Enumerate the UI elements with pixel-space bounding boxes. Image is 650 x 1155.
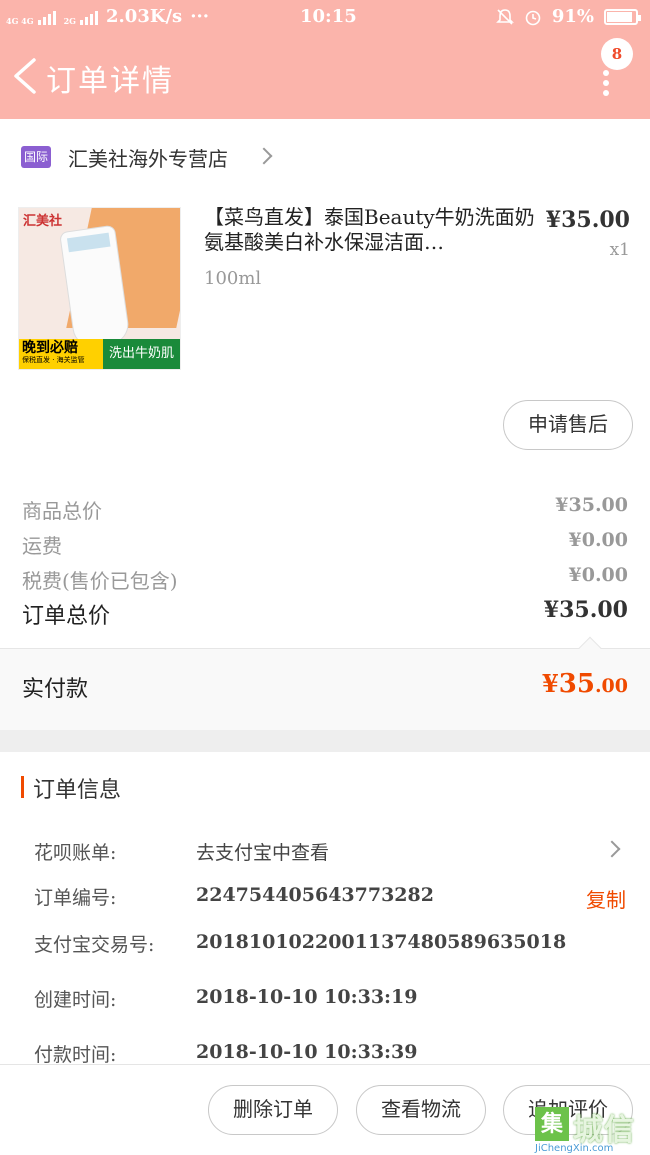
chevron-right-icon[interactable] (603, 840, 621, 858)
shipping-value: ¥0.00 (568, 529, 629, 551)
order-total-value: ¥35.00 (543, 597, 628, 623)
apply-after-sale-button[interactable]: 申请售后 (503, 400, 633, 450)
created-time-value: 2018-10-10 10:33:19 (196, 986, 418, 1008)
watermark: 集 城信 JiChengXin.com (533, 1105, 650, 1155)
huabei-link[interactable]: 去支付宝中查看 (196, 838, 329, 865)
shop-row[interactable]: 国际 汇美社海外专营店 (0, 135, 650, 179)
goods-total-value: ¥35.00 (555, 494, 628, 516)
status-bar: 4G 4G 2G 2.03K/s ··· 10:15 91% (0, 0, 650, 34)
product-image-logo: 汇美社 (23, 214, 63, 229)
shipping-label: 运费 (22, 534, 62, 558)
section-accent-bar (21, 776, 24, 798)
product-quantity: x1 (609, 240, 630, 260)
product-title[interactable]: 【菜鸟直发】泰国Beauty牛奶洗面奶氨基酸美白补水保湿洁面… (204, 205, 539, 255)
alarm-icon (525, 10, 541, 25)
order-number-value: 224754405643773282 (196, 884, 434, 906)
alipay-trade-number-label: 支付宝交易号: (34, 934, 155, 956)
order-total-label: 订单总价 (22, 604, 111, 629)
amount-paid-value: ¥35.00 (542, 669, 628, 699)
order-number-label: 订单编号: (34, 887, 117, 909)
product-price: ¥35.00 (545, 207, 630, 233)
signal-icon-2: 2G (64, 9, 98, 25)
alipay-trade-number-value: 2018101022001137480589635018 (196, 931, 567, 953)
battery-icon (604, 8, 641, 25)
created-time-label: 创建时间: (34, 989, 117, 1011)
battery-percent: 91% (551, 6, 594, 27)
product-image[interactable]: 汇美社 晚到必赔 保税直发 · 海关监管 洗出牛奶肌 (18, 207, 181, 370)
tax-value: ¥0.00 (568, 564, 629, 586)
huabei-label: 花呗账单: (34, 842, 117, 864)
product-image-slogan: 洗出牛奶肌 (103, 339, 180, 369)
delete-order-button[interactable]: 删除订单 (208, 1085, 338, 1135)
network-speed: 2.03K/s (106, 6, 183, 27)
amount-paid-box: 实付款 ¥35.00 (0, 648, 650, 730)
section-divider (0, 730, 650, 752)
view-logistics-button[interactable]: 查看物流 (356, 1085, 486, 1135)
message-badge[interactable]: 8 (601, 38, 633, 70)
shop-name[interactable]: 汇美社海外专营店 (68, 143, 228, 172)
international-tag: 国际 (21, 146, 51, 168)
watermark-url: JiChengXin.com (535, 1143, 614, 1154)
status-left: 4G 4G 2G 2.03K/s ··· (6, 6, 209, 27)
status-right: 91% (495, 6, 641, 27)
product-spec: 100ml (204, 268, 262, 289)
tax-label: 税费(售价已包含) (22, 569, 178, 593)
more-menu-icon[interactable] (598, 70, 614, 100)
order-info-title: 订单信息 (33, 778, 122, 803)
amount-paid-label: 实付款 (22, 677, 89, 702)
nav-bar: 订单详情 8 (0, 34, 650, 119)
status-dots: ··· (190, 6, 210, 27)
chevron-right-icon (255, 147, 273, 165)
mute-bell-icon (495, 8, 514, 25)
payment-time-value: 2018-10-10 10:33:39 (196, 1041, 418, 1063)
signal-icon: 4G 4G (6, 9, 56, 25)
page-title: 订单详情 (46, 64, 174, 99)
copy-order-number-button[interactable]: 复制 (586, 884, 626, 913)
payment-time-label: 付款时间: (34, 1044, 117, 1066)
watermark-logo: 集 (535, 1107, 569, 1141)
status-time: 10:15 (300, 6, 357, 27)
back-arrow-icon[interactable] (10, 56, 40, 96)
goods-total-label: 商品总价 (22, 499, 102, 523)
product-image-guarantee: 晚到必赔 保税直发 · 海关监管 (19, 339, 105, 369)
